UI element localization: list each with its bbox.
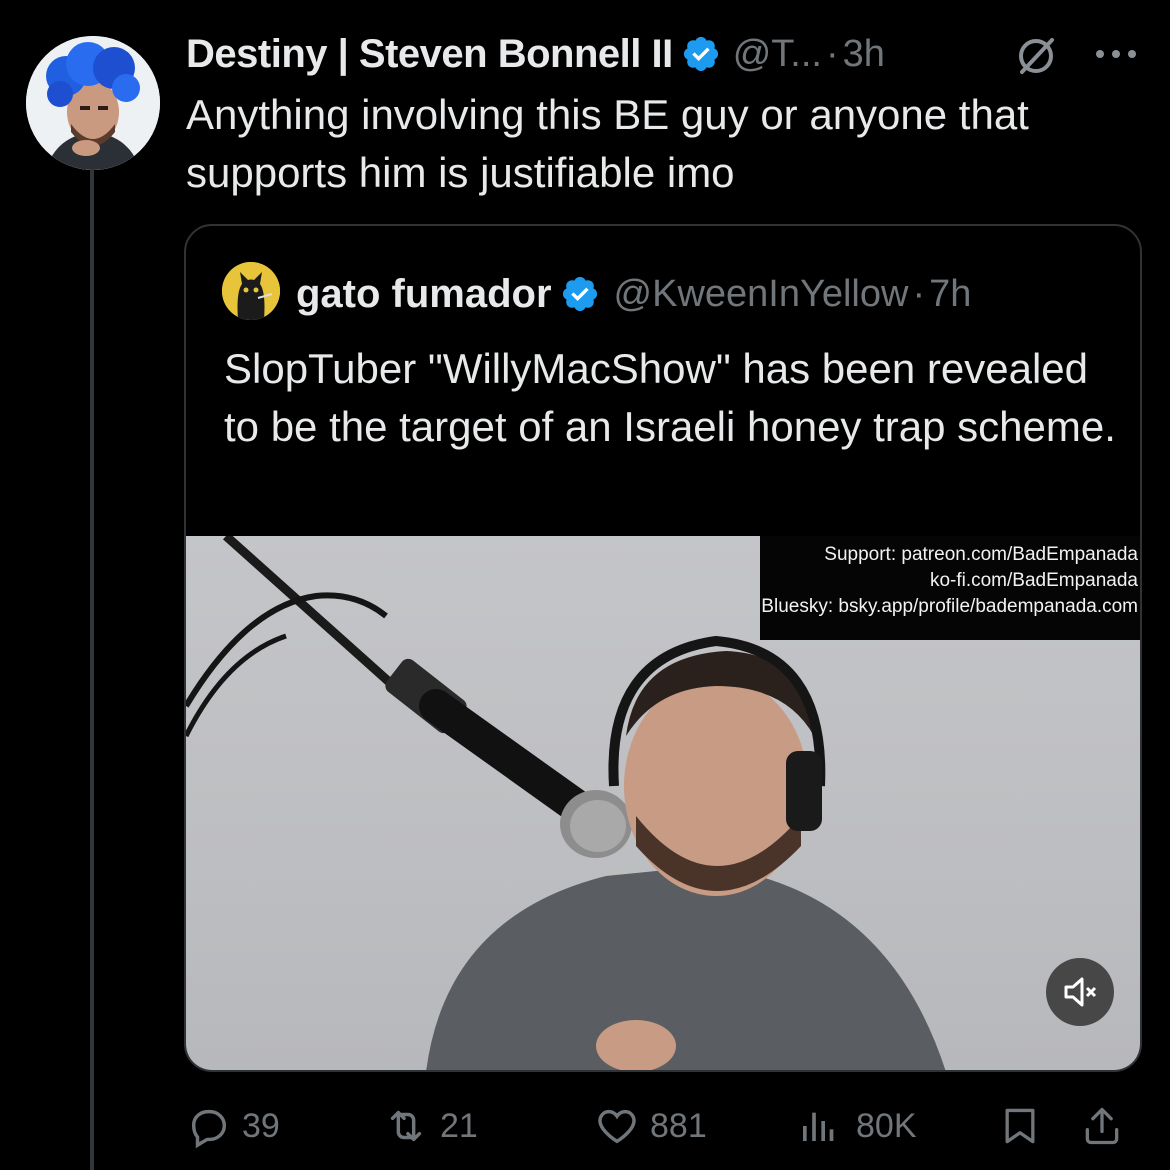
support-overlay: Support: patreon.com/BadEmpanada ko-fi.c… <box>760 536 1140 640</box>
quote-author-handle[interactable]: @KweenInYellow <box>614 273 909 316</box>
support-line-2: ko-fi.com/BadEmpanada <box>929 570 1138 591</box>
bookmark-button[interactable] <box>998 1098 1042 1154</box>
quote-video[interactable]: Support: patreon.com/BadEmpanada ko-fi.c… <box>186 536 1140 1070</box>
like-button[interactable]: 881 <box>594 1098 707 1154</box>
author-name[interactable]: Destiny | Steven Bonnell II <box>186 32 673 77</box>
quote-author-avatar[interactable] <box>222 262 280 320</box>
avatar-image <box>26 36 160 170</box>
tweet-text: Anything involving this BE guy or anyone… <box>186 91 1029 196</box>
quote-text: SlopTuber "WillyMacShow" has been reveal… <box>224 345 1116 450</box>
grok-icon[interactable] <box>1014 34 1058 78</box>
tweet-action-bar: 39 21 881 80K <box>186 1098 1146 1154</box>
reply-count: 39 <box>242 1106 280 1145</box>
like-count: 881 <box>650 1106 707 1145</box>
retweet-icon <box>390 1110 422 1142</box>
bookmark-icon <box>1005 1108 1035 1144</box>
more-icon[interactable] <box>1092 40 1140 68</box>
reply-icon <box>191 1109 227 1149</box>
verified-badge-icon <box>681 34 721 74</box>
quote-time[interactable]: 7h <box>929 273 971 316</box>
quote-author-name[interactable]: gato fumador <box>296 272 552 317</box>
verified-badge-icon <box>560 274 600 314</box>
retweet-count: 21 <box>440 1106 478 1145</box>
cat-avatar-image <box>222 262 280 320</box>
separator-dot: · <box>825 32 839 75</box>
retweet-button[interactable]: 21 <box>382 1098 478 1154</box>
views-button[interactable]: 80K <box>798 1098 917 1154</box>
share-icon <box>1085 1107 1119 1145</box>
quote-tweet-card[interactable]: gato fumador @KweenInYellow · 7h SlopTub… <box>184 224 1142 1072</box>
thread-line <box>90 168 94 1170</box>
views-count: 80K <box>856 1106 917 1145</box>
support-line-3: Bluesky: bsky.app/profile/badempanada.co… <box>761 596 1138 617</box>
support-line-1: Support: patreon.com/BadEmpanada <box>824 544 1138 565</box>
quote-header: gato fumador @KweenInYellow · 7h <box>296 266 971 322</box>
author-handle[interactable]: @T... <box>733 33 822 76</box>
share-button[interactable] <box>1080 1098 1124 1154</box>
views-chart-icon <box>803 1112 834 1141</box>
heart-icon <box>598 1109 636 1144</box>
tweet-header: Destiny | Steven Bonnell II @T... · 3h <box>186 26 885 82</box>
reply-button[interactable]: 39 <box>186 1098 280 1154</box>
tweet-time[interactable]: 3h <box>843 33 885 76</box>
author-avatar[interactable] <box>26 36 160 170</box>
separator-dot: · <box>912 272 926 315</box>
volume-muted-icon[interactable] <box>1046 958 1114 1026</box>
